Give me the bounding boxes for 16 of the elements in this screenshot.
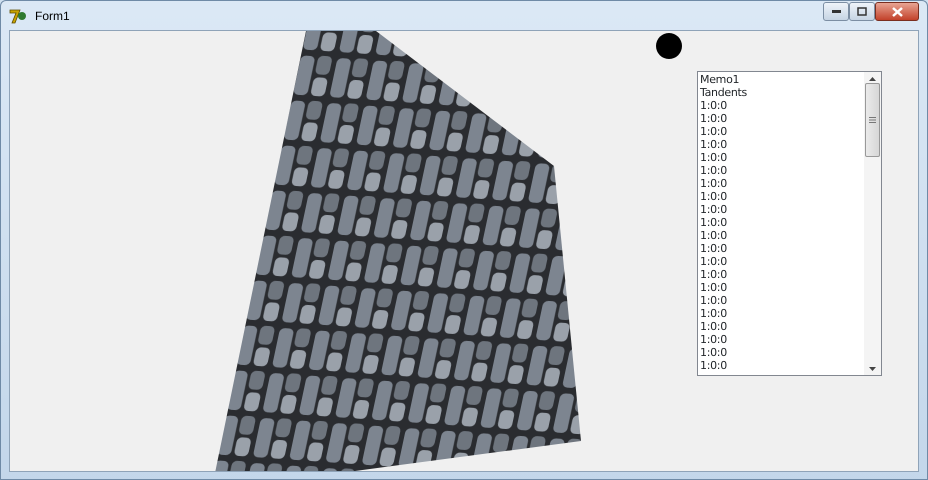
app-icon <box>9 6 27 24</box>
minimize-icon <box>832 10 840 13</box>
maximize-icon <box>857 7 867 16</box>
vertical-scrollbar[interactable] <box>864 72 881 375</box>
scroll-down-icon <box>869 367 876 371</box>
dot-marker <box>656 33 682 59</box>
grip-icon <box>869 117 876 123</box>
maximize-button[interactable] <box>849 2 875 21</box>
window-title: Form1 <box>35 8 70 24</box>
scroll-thumb[interactable] <box>865 83 880 157</box>
scroll-up-icon <box>869 77 876 81</box>
memo-box[interactable]: Memo1 Tandents 1:0:0 1:0:0 1:0:0 1:0:0 1:0:0 1:0:0 1:0:0 1:0:0 1:0:0 1:0:0 1:0:0 1:0:0 1:0:0 1:0:0 1:0:0 1:0:0 1:0:0 1:0:0 1:0:0 1:0:0 1:0:0 <box>697 71 882 376</box>
memo-text: Memo1 Tandents 1:0:0 1:0:0 1:0:0 1:0:0 1:0:0 1:0:0 1:0:0 1:0:0 1:0:0 1:0:0 1:0:0 1:0:0 1:0:0 1:0:0 1:0:0 1:0:0 1:0:0 1:0:0 1:0:0 1:0:0 1:0:0 <box>699 72 748 374</box>
close-icon <box>892 6 902 16</box>
close-button[interactable] <box>875 2 919 21</box>
minimize-button[interactable] <box>823 2 849 21</box>
